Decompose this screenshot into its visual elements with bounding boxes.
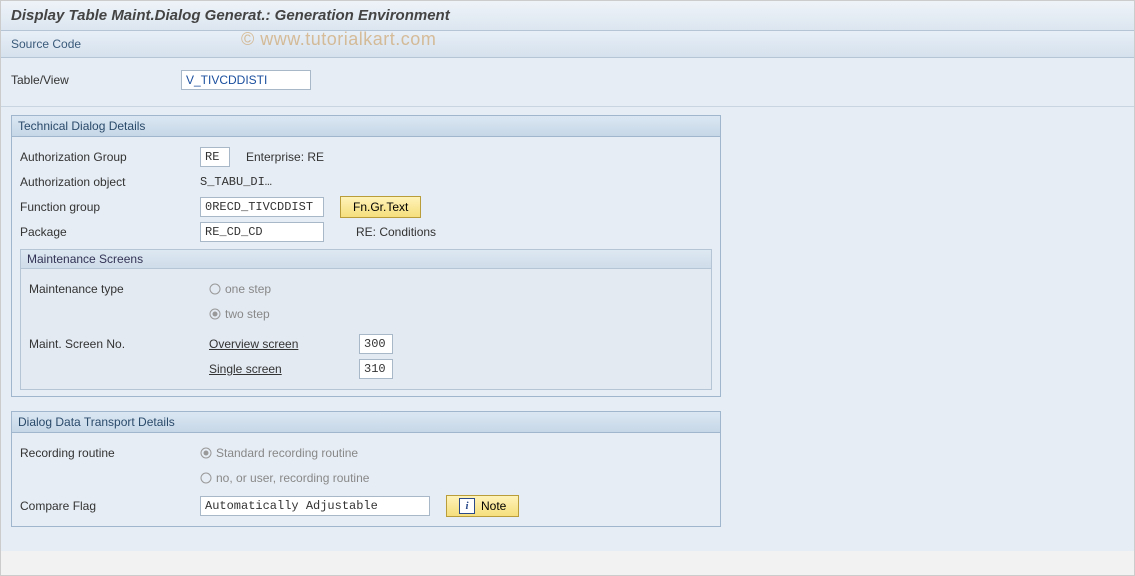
tech-dialog-body: Authorization Group Enterprise: RE Autho… (12, 137, 720, 396)
compare-row: Compare Flag i Note (20, 495, 712, 517)
package-input[interactable] (200, 222, 324, 242)
top-field-row: Table/View (1, 58, 1134, 107)
func-group-row: Function group Fn.Gr.Text (20, 196, 712, 218)
transport-body: Recording routine Standard recording rou… (12, 433, 720, 526)
maint-screens-group: Maintenance Screens Maintenance type one… (20, 249, 712, 390)
no-user-label: no, or user, recording routine (216, 471, 369, 485)
table-view-input[interactable] (181, 70, 311, 90)
one-step-radio: one step (209, 282, 271, 296)
auth-group-row: Authorization Group Enterprise: RE (20, 146, 712, 168)
transport-group: Dialog Data Transport Details Recording … (11, 411, 721, 527)
radio-unchecked-icon (209, 283, 221, 295)
single-row: Single screen (29, 358, 703, 380)
maint-screens-title: Maintenance Screens (21, 250, 711, 269)
note-button[interactable]: i Note (446, 495, 519, 517)
menu-source-code[interactable]: Source Code (11, 37, 81, 51)
one-step-label: one step (225, 282, 271, 296)
tech-dialog-title: Technical Dialog Details (12, 116, 720, 137)
radio-checked-icon (209, 308, 221, 320)
auth-group-input[interactable] (200, 147, 230, 167)
auth-group-label: Authorization Group (20, 150, 200, 164)
single-screen-link[interactable]: Single screen (209, 362, 359, 376)
page-title: Display Table Maint.Dialog Generat.: Gen… (1, 1, 1134, 31)
recording-label: Recording routine (20, 446, 200, 460)
transport-title: Dialog Data Transport Details (12, 412, 720, 433)
compare-label: Compare Flag (20, 499, 200, 513)
func-group-input[interactable] (200, 197, 324, 217)
tech-dialog-group: Technical Dialog Details Authorization G… (11, 115, 721, 397)
maint-type-row: Maintenance type one step (29, 278, 703, 300)
radio-unchecked-icon (200, 472, 212, 484)
info-icon: i (459, 498, 475, 514)
maint-screens-body: Maintenance type one step two step (21, 269, 711, 389)
package-row: Package RE: Conditions (20, 221, 712, 243)
menu-bar: Source Code (1, 31, 1134, 58)
two-step-row: two step (29, 303, 703, 325)
auth-group-desc: Enterprise: RE (246, 150, 324, 164)
overview-row: Maint. Screen No. Overview screen (29, 333, 703, 355)
compare-input[interactable] (200, 496, 430, 516)
content-area: Technical Dialog Details Authorization G… (1, 107, 1134, 551)
overview-screen-input[interactable] (359, 334, 393, 354)
two-step-radio: two step (209, 307, 270, 321)
no-user-radio: no, or user, recording routine (200, 471, 369, 485)
auth-object-value: S_TABU_DI… (200, 175, 272, 189)
maint-screen-no-label: Maint. Screen No. (29, 337, 209, 351)
radio-checked-icon (200, 447, 212, 459)
two-step-label: two step (225, 307, 270, 321)
note-button-label: Note (481, 499, 506, 513)
overview-screen-link[interactable]: Overview screen (209, 337, 359, 351)
standard-radio: Standard recording routine (200, 446, 358, 460)
auth-object-label: Authorization object (20, 175, 200, 189)
maint-type-label: Maintenance type (29, 282, 209, 296)
table-view-label: Table/View (11, 73, 181, 87)
auth-object-row: Authorization object S_TABU_DI… (20, 171, 712, 193)
single-screen-input[interactable] (359, 359, 393, 379)
func-group-label: Function group (20, 200, 200, 214)
fn-gr-text-button[interactable]: Fn.Gr.Text (340, 196, 421, 218)
package-label: Package (20, 225, 200, 239)
recording-row: Recording routine Standard recording rou… (20, 442, 712, 464)
standard-label: Standard recording routine (216, 446, 358, 460)
app-window: Display Table Maint.Dialog Generat.: Gen… (0, 0, 1135, 576)
package-desc: RE: Conditions (356, 225, 436, 239)
no-user-row: no, or user, recording routine (20, 467, 712, 489)
